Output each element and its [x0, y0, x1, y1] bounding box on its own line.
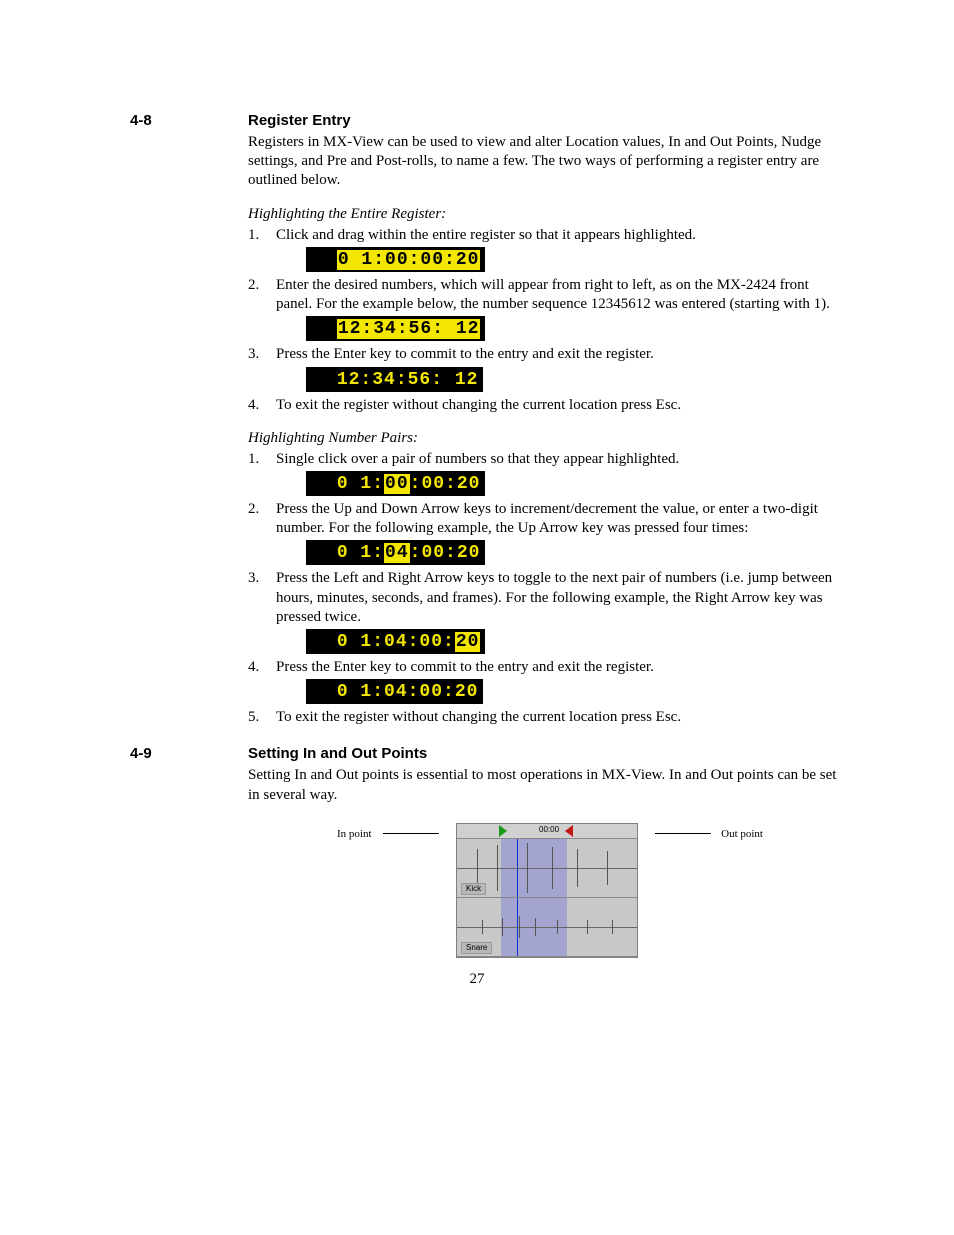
timeline-view: 00:00 Kick [456, 823, 638, 958]
lcd-display: 0 1:00:00:20 [306, 471, 846, 496]
step-number: 3. [248, 569, 276, 627]
waveform-icon [577, 849, 578, 887]
waveform-icon [502, 918, 503, 936]
lcd-pre: 0 1: [337, 474, 384, 494]
lcd-post: :00:20 [410, 474, 481, 494]
lcd-display: 12:34:56: 12 [306, 367, 846, 392]
track-row: Kick [457, 839, 637, 898]
waveform-icon [557, 920, 558, 934]
section-title: Setting In and Out Points [248, 745, 427, 762]
callout-line-icon [383, 833, 439, 834]
section-number: 4-9 [130, 745, 248, 762]
step-text: To exit the register without changing th… [276, 396, 846, 415]
step-text: Press the Up and Down Arrow keys to incr… [276, 500, 846, 538]
waveform-icon [607, 851, 608, 885]
in-marker-icon [499, 825, 507, 837]
track-label: Snare [461, 942, 492, 954]
lcd-display: 12:34:56: 12 [306, 316, 846, 341]
lcd-highlight: 20 [455, 632, 481, 652]
track-row: Snare [457, 898, 637, 957]
intro-paragraph: Registers in MX-View can be used to view… [248, 133, 846, 191]
timeline-ruler: 00:00 [457, 824, 637, 839]
waveform-icon [457, 927, 637, 928]
step-text: Press the Enter key to commit to the ent… [276, 345, 846, 364]
waveform-icon [535, 918, 536, 936]
lcd-post: :00:20 [410, 543, 481, 563]
lcd-pre: 0 1:04:00: [337, 632, 455, 652]
step-number: 1. [248, 450, 276, 469]
section-4-9-body: Setting In and Out points is essential t… [248, 766, 846, 957]
step-number: 4. [248, 658, 276, 677]
lcd-value: 12:34:56: 12 [337, 319, 481, 339]
lcd-display: 0 1:04:00:20 [306, 629, 846, 654]
waveform-icon [497, 845, 498, 891]
in-out-figure: In point Out point 00:00 [248, 823, 846, 958]
subheading-entire-register: Highlighting the Entire Register: [248, 205, 846, 224]
step-text: Press the Enter key to commit to the ent… [276, 658, 846, 677]
page-number: 27 [0, 971, 954, 988]
step-text: Enter the desired numbers, which will ap… [276, 276, 846, 314]
in-point-label: In point [337, 827, 372, 841]
lcd-highlight: 04 [384, 543, 410, 563]
lcd-value: 0 1:00:00:20 [337, 250, 481, 270]
lcd-value: 12:34:56: 12 [337, 370, 479, 390]
waveform-icon [612, 920, 613, 934]
lcd-display: 0 1:04:00:20 [306, 540, 846, 565]
section-4-8-body: Registers in MX-View can be used to view… [248, 133, 846, 727]
waveform-icon [527, 843, 528, 893]
callout-line-icon [655, 833, 711, 834]
step-text: To exit the register without changing th… [276, 708, 846, 727]
document-page: 4-8 Register Entry Registers in MX-View … [0, 0, 954, 1018]
waveform-icon [587, 920, 588, 934]
step-text: Click and drag within the entire registe… [276, 226, 846, 245]
steps-entire-register: 1. Click and drag within the entire regi… [248, 226, 846, 245]
waveform-icon [482, 920, 483, 934]
section-4-8-header: 4-8 Register Entry [130, 112, 846, 129]
lcd-highlight: 00 [384, 474, 410, 494]
lcd-pre: 0 1: [337, 543, 384, 563]
track-label: Kick [461, 883, 486, 895]
lcd-display: 0 1:04:00:20 [306, 679, 846, 704]
step-text: Single click over a pair of numbers so t… [276, 450, 846, 469]
section-number: 4-8 [130, 112, 248, 129]
step-number: 2. [248, 500, 276, 538]
section-title: Register Entry [248, 112, 351, 129]
step-number: 4. [248, 396, 276, 415]
waveform-icon [519, 916, 520, 938]
waveform-icon [457, 868, 637, 869]
out-point-label: Out point [721, 827, 763, 841]
intro-paragraph: Setting In and Out points is essential t… [248, 766, 846, 804]
step-number: 3. [248, 345, 276, 364]
step-number: 2. [248, 276, 276, 314]
step-text: Press the Left and Right Arrow keys to t… [276, 569, 846, 627]
waveform-icon [552, 847, 553, 889]
waveform-icon [477, 849, 478, 887]
out-marker-icon [565, 825, 573, 837]
lcd-display: 0 1:00:00:20 [306, 247, 846, 272]
step-number: 5. [248, 708, 276, 727]
step-number: 1. [248, 226, 276, 245]
subheading-number-pairs: Highlighting Number Pairs: [248, 429, 846, 448]
section-4-9-header: 4-9 Setting In and Out Points [130, 745, 846, 762]
lcd-value: 0 1:04:00:20 [337, 682, 479, 702]
ruler-timecode: 00:00 [539, 825, 559, 835]
